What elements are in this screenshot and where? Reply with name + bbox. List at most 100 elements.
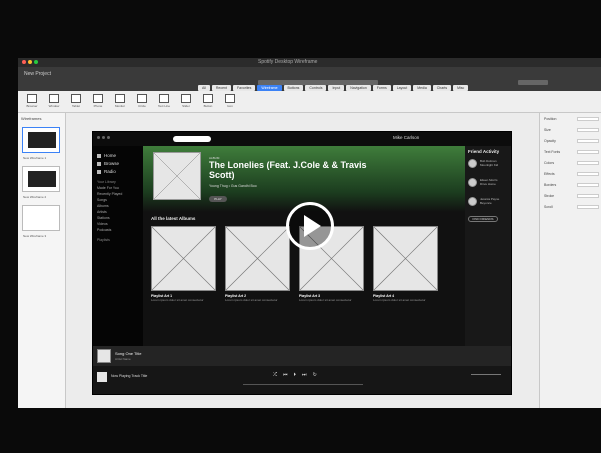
inspector-panel: Position Size Opacity Text Fonts Colors Effec… xyxy=(539,113,601,408)
nav-label: Radio xyxy=(104,169,116,174)
inspector-field[interactable] xyxy=(577,183,599,187)
library-item[interactable]: Recently Played xyxy=(97,192,139,196)
inspector-field[interactable] xyxy=(577,139,599,143)
album-card[interactable]: Playlist Art 4 Lorem ipsum dolor sit amet… xyxy=(373,226,438,303)
player-art xyxy=(97,372,107,382)
component-shape xyxy=(159,94,169,103)
component-tablet[interactable]: Tablet xyxy=(68,94,84,110)
dot-icon xyxy=(97,136,100,139)
now-playing-title: Song One Title xyxy=(115,351,142,356)
inspector-field[interactable] xyxy=(577,161,599,165)
find-friends-button[interactable]: FIND FRIENDS xyxy=(468,216,498,222)
nav-radio[interactable]: Radio xyxy=(97,169,139,174)
inspector-field[interactable] xyxy=(577,128,599,132)
inspector-field[interactable] xyxy=(577,172,599,176)
album-meta: Young Thug • Gus Gandhi Boo xyxy=(209,184,257,188)
album-card[interactable]: Playlist Art 2 Lorem ipsum dolor sit amet… xyxy=(225,226,290,303)
friend-item[interactable]: Jessica Payne Beyonce xyxy=(468,197,510,206)
inspector-label: Stroke xyxy=(544,194,555,198)
inspector-row: Position xyxy=(544,117,599,121)
project-name[interactable]: New Project xyxy=(24,71,51,77)
window-controls[interactable] xyxy=(22,60,38,64)
component-browser[interactable]: Browser xyxy=(24,94,40,110)
component-shape xyxy=(71,94,81,103)
component-window[interactable]: Window xyxy=(46,94,62,110)
now-playing-bar: Song One Title Artist Name xyxy=(93,346,511,366)
album-card[interactable]: Playlist Art 1 Lorem ipsum dolor sit amet… xyxy=(151,226,216,303)
player-track: Now Playing Track Title xyxy=(111,374,148,378)
previous-icon[interactable]: ⏮ xyxy=(283,372,288,378)
progress-bar[interactable] xyxy=(243,384,363,385)
component-monitor[interactable]: Monitor xyxy=(112,94,128,110)
dot-icon xyxy=(107,136,110,139)
next-icon[interactable]: ⏭ xyxy=(302,372,307,378)
library-item[interactable]: Albums xyxy=(97,204,139,208)
component-label: Icon xyxy=(227,104,233,108)
volume-slider[interactable] xyxy=(471,374,501,375)
play-button[interactable]: PLAY xyxy=(209,196,227,202)
component-shape xyxy=(49,94,59,103)
sidebar-header: Wireframes xyxy=(21,116,42,121)
library-item[interactable]: Videos xyxy=(97,222,139,226)
wireframe-thumb[interactable] xyxy=(22,166,60,192)
component-circle[interactable]: Circle xyxy=(134,94,150,110)
dot-icon xyxy=(102,136,105,139)
library-item[interactable]: Songs xyxy=(97,198,139,202)
component-label: Circle xyxy=(138,104,146,108)
nav-home[interactable]: Home xyxy=(97,153,139,158)
close-icon[interactable] xyxy=(22,60,26,64)
friend-item[interactable]: Eileen Morris Drive Home xyxy=(468,178,510,187)
avatar xyxy=(468,178,477,187)
user-name[interactable]: Mike Carlson xyxy=(393,135,419,140)
repeat-icon[interactable]: ↻ xyxy=(313,372,317,378)
inspector-field[interactable] xyxy=(577,194,599,198)
wireframe-thumb[interactable] xyxy=(22,205,60,231)
playlists-heading: Playlists xyxy=(97,238,110,242)
component-phone[interactable]: Phone xyxy=(90,94,106,110)
library-heading: Your Library xyxy=(97,180,116,184)
inspector-row: Colors xyxy=(544,161,599,165)
video-play-icon[interactable] xyxy=(286,202,334,250)
mockup-sidebar: Home Browse Radio Your Library Made For … xyxy=(93,146,143,346)
library-item[interactable]: Stations xyxy=(97,216,139,220)
search-input[interactable] xyxy=(173,136,211,142)
albums-heading: All the latest Albums xyxy=(151,216,196,221)
inspector-field[interactable] xyxy=(577,117,599,121)
component-slider[interactable]: Slider xyxy=(178,94,194,110)
friend-track: Drive Home xyxy=(480,182,496,186)
inspector-field[interactable] xyxy=(577,205,599,209)
play-icon[interactable]: ⏵ xyxy=(294,372,297,378)
library-item[interactable]: Podcasts xyxy=(97,228,139,232)
inspector-field[interactable] xyxy=(577,150,599,154)
library-item[interactable]: Artists xyxy=(97,210,139,214)
wireframe-thumb[interactable] xyxy=(22,127,60,153)
design-canvas[interactable]: Mike Carlson Home Browse Radio Your Libr… xyxy=(66,113,539,408)
album-art-placeholder xyxy=(151,226,216,291)
component-text-line[interactable]: Text Line xyxy=(156,94,172,110)
component-button[interactable]: Button xyxy=(200,94,216,110)
component-library: Browser Window Tablet Phone Monitor Circle Tex… xyxy=(18,91,601,113)
library-item[interactable]: Made For You xyxy=(97,186,139,190)
friend-item[interactable]: Bob Dolman Moonlight Kid xyxy=(468,159,510,168)
inspector-row: Text Fonts xyxy=(544,150,599,154)
inspector-row: Borders xyxy=(544,183,599,187)
player-bar: Now Playing Track Title ⤮ ⏮ ⏵ ⏭ ↻ xyxy=(93,366,511,394)
spotify-mockup[interactable]: Mike Carlson Home Browse Radio Your Libr… xyxy=(92,131,512,395)
component-label: Tablet xyxy=(71,104,80,108)
component-shape xyxy=(181,94,191,103)
window-title: Spotify Desktop Wireframe xyxy=(258,59,318,65)
component-label: Window xyxy=(48,104,60,108)
inspector-row: Size xyxy=(544,128,599,132)
album-art-placeholder xyxy=(225,226,290,291)
nav-browse[interactable]: Browse xyxy=(97,161,139,166)
friend-text: Jessica Payne Beyonce xyxy=(480,197,499,206)
wireframe-sidebar: Wireframes New Wireframe 1 New Wireframe… xyxy=(18,113,66,408)
component-icon[interactable]: Icon xyxy=(222,94,238,110)
mockup-topbar: Mike Carlson xyxy=(93,132,511,146)
zoom-icon[interactable] xyxy=(34,60,38,64)
minimize-icon[interactable] xyxy=(28,60,32,64)
toolbar-zoom[interactable] xyxy=(518,80,548,85)
album-desc: Lorem ipsum dolor sit amet consectetur xyxy=(151,298,204,302)
shuffle-icon[interactable]: ⤮ xyxy=(273,372,277,378)
inspector-label: Scroll xyxy=(544,205,553,209)
